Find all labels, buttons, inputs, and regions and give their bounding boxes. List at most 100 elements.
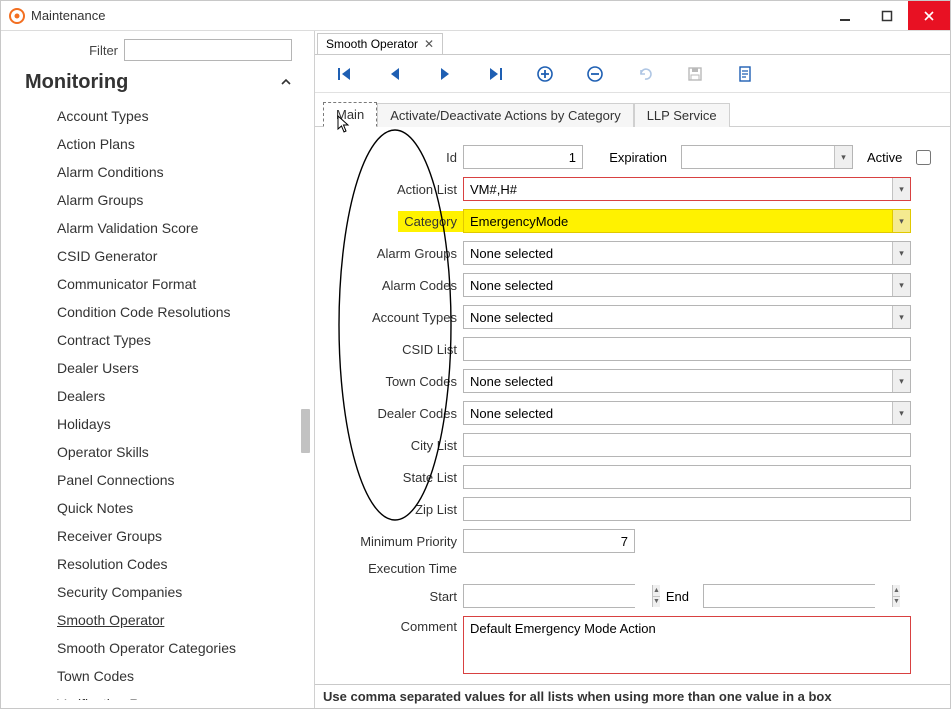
alarm-groups-select[interactable]: None selected ▾ [463, 241, 911, 265]
sidebar-item[interactable]: Holidays [9, 410, 314, 438]
sidebar-item[interactable]: Receiver Groups [9, 522, 314, 550]
zip-list-label: Zip List [333, 502, 463, 517]
add-button[interactable] [535, 64, 555, 84]
file-tab-row: Smooth Operator ✕ [315, 31, 950, 55]
inner-tab[interactable]: LLP Service [634, 103, 730, 127]
remove-button[interactable] [585, 64, 605, 84]
exec-time-label: Execution Time [333, 561, 463, 576]
first-record-button[interactable] [335, 64, 355, 84]
last-record-button[interactable] [485, 64, 505, 84]
dealer-codes-select[interactable]: None selected ▾ [463, 401, 911, 425]
id-input[interactable] [463, 145, 583, 169]
save-button[interactable] [685, 64, 705, 84]
comment-textarea[interactable] [463, 616, 911, 674]
state-list-input[interactable] [463, 465, 911, 489]
sidebar-item[interactable]: Town Codes [9, 662, 314, 690]
sidebar-item[interactable]: Smooth Operator [9, 606, 314, 634]
zip-list-input[interactable] [463, 497, 911, 521]
maximize-button[interactable] [866, 1, 908, 30]
inner-tab[interactable]: Main [323, 102, 377, 127]
dealer-codes-value: None selected [470, 406, 553, 421]
chevron-up-icon [280, 75, 292, 91]
undo-button[interactable] [635, 64, 655, 84]
sidebar-item[interactable]: Quick Notes [9, 494, 314, 522]
sidebar-item[interactable]: Security Companies [9, 578, 314, 606]
sidebar-item[interactable]: Condition Code Resolutions [9, 298, 314, 326]
dropdown-icon: ▾ [892, 210, 910, 232]
sidebar-item[interactable]: Dealer Users [9, 354, 314, 382]
prev-record-button[interactable] [385, 64, 405, 84]
alarm-codes-label: Alarm Codes [333, 278, 463, 293]
inner-tab[interactable]: Activate/Deactivate Actions by Category [377, 103, 634, 127]
sidebar-item[interactable]: Verification Response [9, 690, 314, 700]
dropdown-icon: ▾ [892, 402, 910, 424]
log-button[interactable] [735, 64, 755, 84]
sidebar-item[interactable]: Alarm Validation Score [9, 214, 314, 242]
sidebar-section-monitoring[interactable]: Monitoring [9, 69, 314, 102]
expiration-select[interactable]: ▾ [681, 145, 853, 169]
sidebar-scrollbar-thumb[interactable] [301, 409, 310, 453]
sidebar-item[interactable]: Contract Types [9, 326, 314, 354]
end-spinner[interactable]: ▲▼ [703, 584, 875, 608]
dropdown-icon: ▾ [892, 306, 910, 328]
close-tab-icon[interactable]: ✕ [424, 37, 434, 51]
filter-input[interactable] [124, 39, 292, 61]
maintenance-window: Maintenance Filter Monitoring [0, 0, 951, 709]
file-tab-smooth-operator[interactable]: Smooth Operator ✕ [317, 33, 443, 54]
csid-list-input[interactable] [463, 337, 911, 361]
app-icon [9, 8, 25, 24]
city-list-input[interactable] [463, 433, 911, 457]
min-priority-input[interactable] [463, 529, 635, 553]
form-area: Id Expiration ▾ Active Action List [315, 127, 950, 684]
sidebar-item[interactable]: Operator Skills [9, 438, 314, 466]
town-codes-select[interactable]: None selected ▾ [463, 369, 911, 393]
state-list-label: State List [333, 470, 463, 485]
id-label: Id [333, 150, 463, 165]
spin-up-icon[interactable]: ▲ [893, 585, 900, 597]
dropdown-icon: ▾ [892, 370, 910, 392]
account-types-select[interactable]: None selected ▾ [463, 305, 911, 329]
alarm-groups-label: Alarm Groups [333, 246, 463, 261]
start-input[interactable] [464, 585, 652, 607]
town-codes-label: Town Codes [333, 374, 463, 389]
file-tab-label: Smooth Operator [326, 37, 418, 51]
dropdown-icon: ▾ [834, 146, 852, 168]
alarm-codes-select[interactable]: None selected ▾ [463, 273, 911, 297]
minimize-button[interactable] [824, 1, 866, 30]
sidebar-item[interactable]: Alarm Groups [9, 186, 314, 214]
close-button[interactable] [908, 1, 950, 30]
dropdown-icon: ▾ [892, 178, 910, 200]
min-priority-label: Minimum Priority [333, 534, 463, 549]
sidebar-item[interactable]: Alarm Conditions [9, 158, 314, 186]
sidebar-scrollbar[interactable] [297, 79, 314, 702]
sidebar-item[interactable]: Smooth Operator Categories [9, 634, 314, 662]
sidebar-item[interactable]: Account Types [9, 102, 314, 130]
dropdown-icon: ▾ [892, 274, 910, 296]
sidebar-item[interactable]: Action Plans [9, 130, 314, 158]
action-list-value: VM#,H# [470, 182, 517, 197]
sidebar-item[interactable]: Panel Connections [9, 466, 314, 494]
next-record-button[interactable] [435, 64, 455, 84]
sidebar-item[interactable]: Communicator Format [9, 270, 314, 298]
active-checkbox[interactable] [916, 150, 931, 165]
sidebar-item[interactable]: CSID Generator [9, 242, 314, 270]
spin-down-icon[interactable]: ▼ [893, 597, 900, 608]
account-types-value: None selected [470, 310, 553, 325]
window-controls [824, 1, 950, 30]
city-list-label: City List [333, 438, 463, 453]
sidebar-item[interactable]: Dealers [9, 382, 314, 410]
titlebar: Maintenance [1, 1, 950, 31]
nav-list: Account TypesAction PlansAlarm Condition… [9, 102, 314, 700]
toolbar [315, 55, 950, 93]
start-spinner[interactable]: ▲▼ [463, 584, 635, 608]
main-panel: Smooth Operator ✕ MainActivate/Deac [315, 31, 950, 708]
town-codes-value: None selected [470, 374, 553, 389]
end-input[interactable] [704, 585, 892, 607]
category-value: EmergencyMode [470, 214, 568, 229]
sidebar-item[interactable]: Resolution Codes [9, 550, 314, 578]
alarm-groups-value: None selected [470, 246, 553, 261]
dropdown-icon: ▾ [892, 242, 910, 264]
category-select[interactable]: EmergencyMode ▾ [463, 209, 911, 233]
action-list-select[interactable]: VM#,H# ▾ [463, 177, 911, 201]
sidebar: Filter Monitoring Account TypesAction Pl… [1, 31, 315, 708]
